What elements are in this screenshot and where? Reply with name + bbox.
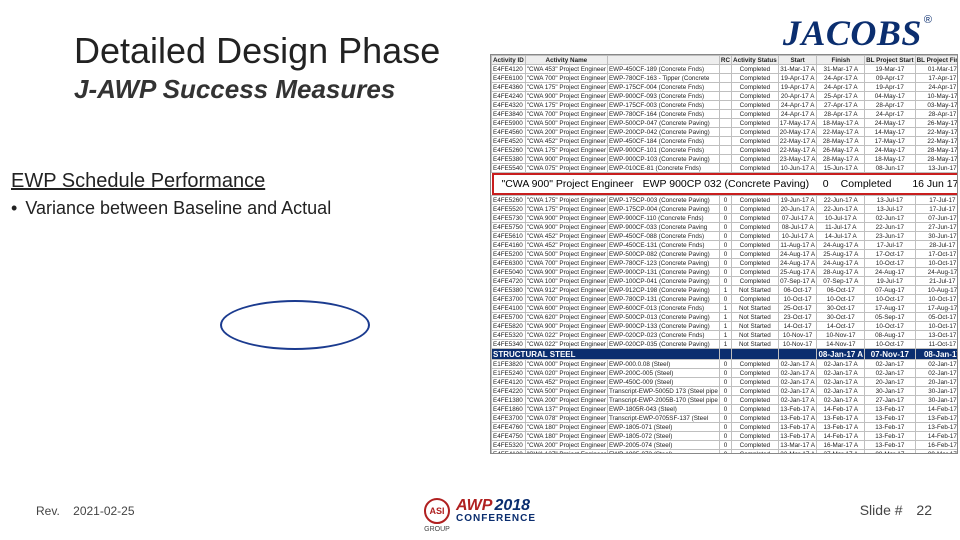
- table-row: E4FE3840"CWA 700" Project EngineerEWP-78…: [492, 110, 959, 119]
- table-row: E4FE4560"CWA 200" Project EngineerEWP-20…: [492, 128, 959, 137]
- footer-conference-logo: GROUP AWP 2018 CONFERENCE: [424, 497, 536, 524]
- brand-name: JACOBS: [783, 12, 922, 54]
- table-row: E4FE5380"CWA 912" Project EngineerEWP-91…: [492, 286, 959, 295]
- table-row: E4FE1380"CWA 200" Project EngineerTransc…: [492, 396, 959, 405]
- table-row: E4FE3700"CWA 700" Project EngineerEWP-78…: [492, 295, 959, 304]
- bullet-dot-icon: •: [11, 198, 17, 219]
- highlight-row: "CWA 900" Project EngineerEWP 900CP 032 …: [492, 173, 959, 196]
- annotation-oval: [220, 300, 370, 350]
- section-heading: EWP Schedule Performance: [11, 170, 265, 193]
- col-header: Activity Name: [525, 56, 607, 65]
- table-row: E4FE4120"CWA 137" Project EngineerEWP-18…: [492, 450, 959, 455]
- col-header: RC: [719, 56, 731, 65]
- col-header: Activity Status: [732, 56, 779, 65]
- table-row: E4FE4720"CWA 100" Project EngineerEWP-10…: [492, 277, 959, 286]
- table-row: E4FE6100"CWA 700" Project EngineerEWP-78…: [492, 74, 959, 83]
- asi-group-label: GROUP: [424, 526, 450, 533]
- table-header-row: Activity IDActivity Name RCActivity Statu…: [492, 56, 959, 65]
- table-row: E4FE5380"CWA 900" Project EngineerEWP-90…: [492, 155, 959, 164]
- asi-logo-icon: [424, 498, 450, 524]
- rev-date: 2021-02-25: [73, 504, 134, 518]
- table-row: E1FE5240"CWA 020" Project EngineerEWP-20…: [492, 369, 959, 378]
- col-header: Finish: [817, 56, 865, 65]
- table-row: E4FE4160"CWA 452" Project EngineerEWP-45…: [492, 241, 959, 250]
- table-row: E1FE3820"CWA 000" Project EngineerEWP-00…: [492, 360, 959, 369]
- table-row: E4FE4520"CWA 452" Project EngineerEWP-45…: [492, 137, 959, 146]
- table-row: E4FE6300"CWA 700" Project EngineerEWP-78…: [492, 259, 959, 268]
- table-row: E4FE4240"CWA 900" Project EngineerEWP-90…: [492, 92, 959, 101]
- table-row: E4FE4320"CWA 175" Project EngineerEWP-17…: [492, 101, 959, 110]
- table-row: E4FE5520"CWA 175" Project EngineerEWP-17…: [492, 205, 959, 214]
- table-row: E4FE4750"CWA 180" Project EngineerEWP-18…: [492, 432, 959, 441]
- slide-label: Slide #: [860, 502, 903, 518]
- table-row: E4FE5340"CWA 022" Project EngineerEWP-02…: [492, 340, 959, 349]
- col-header: BL Project Start: [865, 56, 915, 65]
- section-row-structural-steel: STRUCTURAL STEEL 08-Jan-17 A 07-Nov-17 0…: [492, 349, 959, 360]
- table-row: E4FE5200"CWA 500" Project EngineerEWP-50…: [492, 250, 959, 259]
- table-row: E4FE5040"CWA 900" Project EngineerEWP-90…: [492, 268, 959, 277]
- brand-reg: ®: [924, 14, 932, 26]
- page-subtitle: J-AWP Success Measures: [74, 74, 395, 105]
- table-row: E4FE5700"CWA 620" Project EngineerEWP-50…: [492, 313, 959, 322]
- table-row: E4FE5900"CWA 500" Project EngineerEWP-50…: [492, 119, 959, 128]
- bullet-text: Variance between Baseline and Actual: [25, 198, 331, 219]
- footer-slide-number: Slide # 22: [860, 502, 932, 518]
- footer-revision: Rev. 2021-02-25: [36, 504, 135, 518]
- table-row: E4FE4360"CWA 175" Project EngineerEWP-17…: [492, 83, 959, 92]
- conference-label: CONFERENCE: [456, 513, 536, 524]
- table-row: E4FE4120"CWA 453" Project EngineerEWP-45…: [492, 65, 959, 74]
- table-row: E4FE4760"CWA 180" Project EngineerEWP-18…: [492, 423, 959, 432]
- brand-logo: JACOBS ®: [783, 12, 932, 54]
- table-row: E4FE5750"CWA 900" Project EngineerEWP-90…: [492, 223, 959, 232]
- table-row: E4FE4120"CWA 452" Project EngineerEWP-45…: [492, 378, 959, 387]
- bullet-item: • Variance between Baseline and Actual: [11, 198, 331, 219]
- table-row: E4FE5730"CWA 900" Project EngineerEWP-90…: [492, 214, 959, 223]
- table-row: E4FE4100"CWA 600" Project EngineerEWP-60…: [492, 304, 959, 313]
- table-row: E4FE5610"CWA 452" Project EngineerEWP-45…: [492, 232, 959, 241]
- rev-label: Rev.: [36, 504, 60, 518]
- table-row: E4FE3700"CWA 078" Project EngineerTransc…: [492, 414, 959, 423]
- col-header: [607, 56, 719, 65]
- table-row: E4FE5260"CWA 175" Project EngineerEWP-17…: [492, 196, 959, 205]
- table-row: E4FE5260"CWA 175" Project EngineerEWP-90…: [492, 146, 959, 155]
- col-header: Activity ID: [492, 56, 526, 65]
- table-row: E4FE5320"CWA 022" Project EngineerEWP-02…: [492, 331, 959, 340]
- col-header: BL Project Finish: [915, 56, 958, 65]
- schedule-table: Activity IDActivity Name RCActivity Statu…: [490, 54, 958, 454]
- table-row: E4FE5820"CWA 900" Project EngineerEWP-90…: [492, 322, 959, 331]
- table-row: E4FE1860"CWA 137" Project EngineerEWP-18…: [492, 405, 959, 414]
- page-title: Detailed Design Phase: [74, 30, 440, 72]
- table-row: E4FE5540"CWA 075" Project EngineerEWP-01…: [492, 164, 959, 173]
- table-row: E4FE4220"CWA 500" Project EngineerTransc…: [492, 387, 959, 396]
- col-header: Start: [778, 56, 817, 65]
- table-row: E4FE5320"CWA 200" Project EngineerEWP-20…: [492, 441, 959, 450]
- slide-no: 22: [916, 502, 932, 518]
